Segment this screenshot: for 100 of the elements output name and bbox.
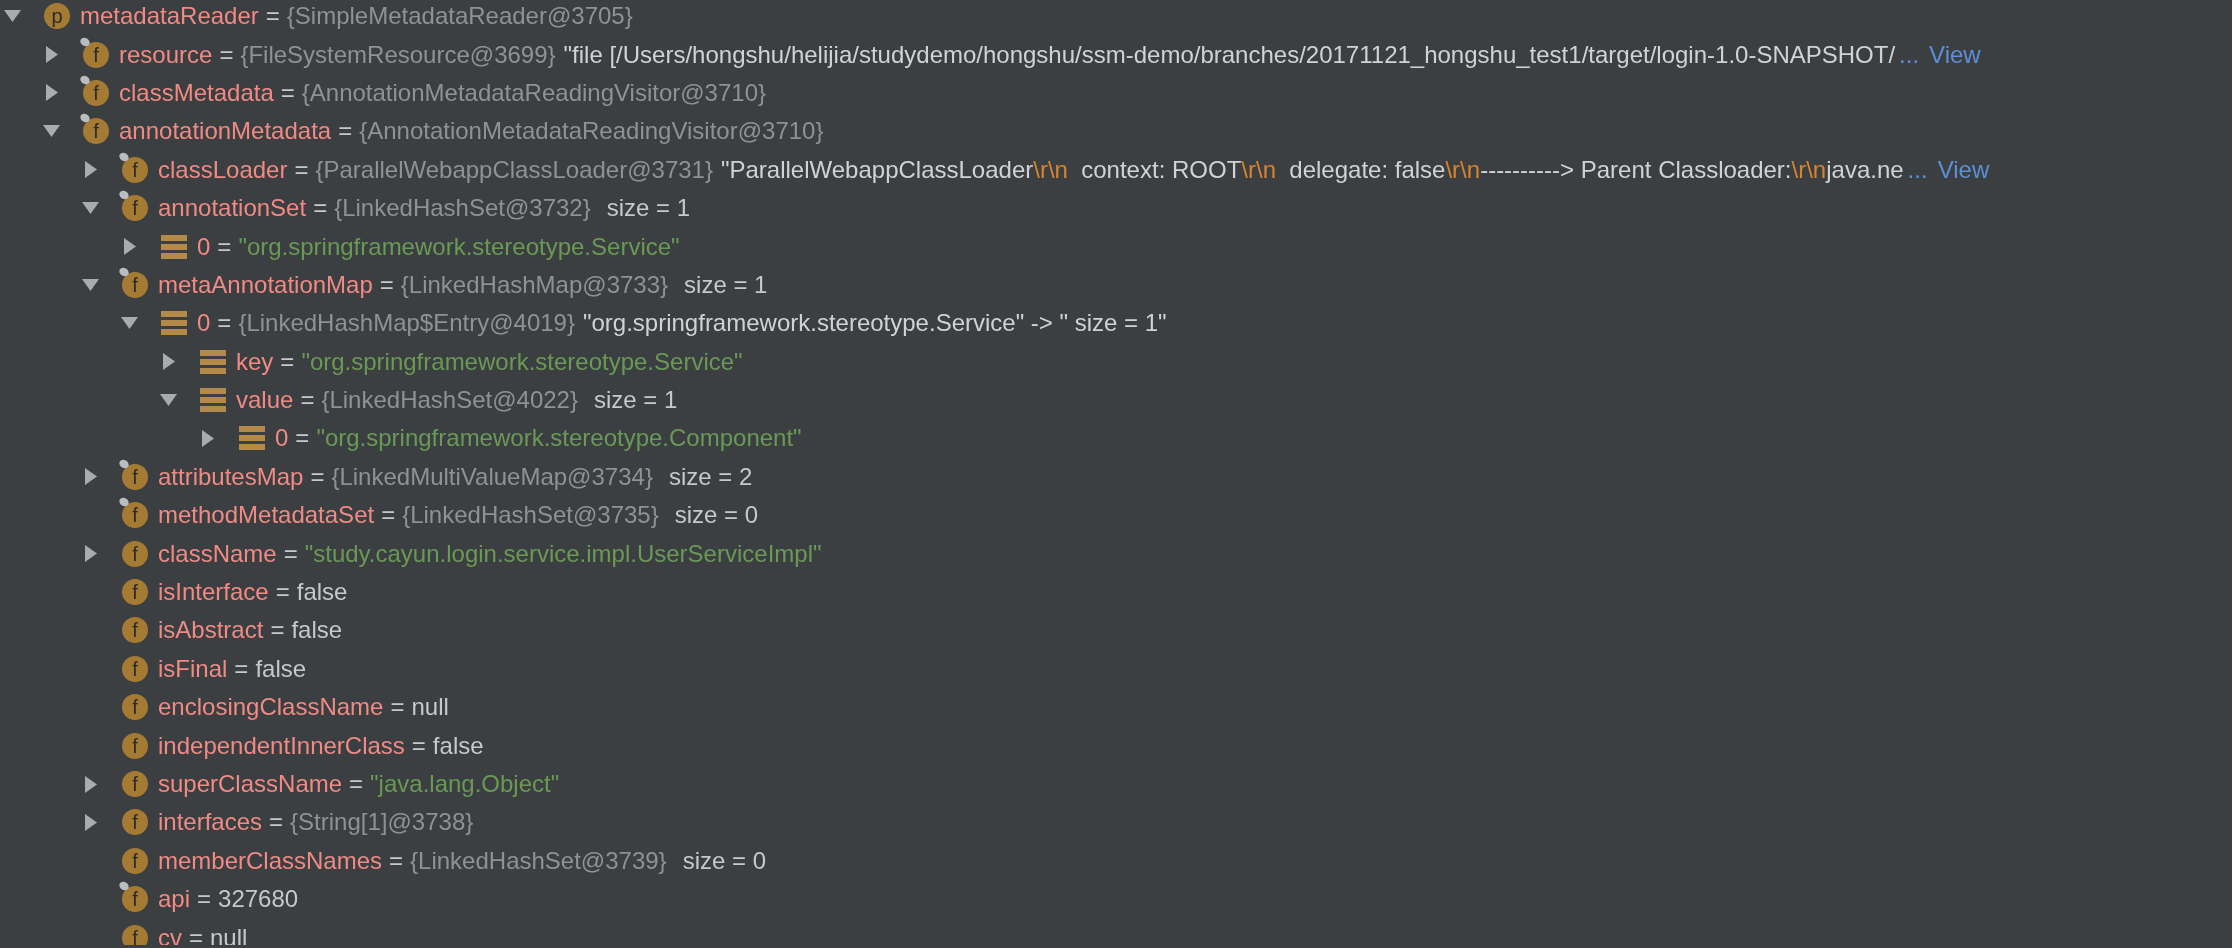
list-entry-icon <box>161 311 187 336</box>
field-type-badge: f <box>122 694 148 721</box>
ellipsis: ... <box>1899 40 1920 69</box>
variable-name: metadataReader <box>80 2 259 31</box>
equals-sign: = <box>389 846 404 875</box>
equals-sign: = <box>275 578 290 607</box>
object-reference: {FileSystemResource@3699} <box>240 40 556 69</box>
variable-value: null <box>210 923 248 945</box>
variable-name: resource <box>119 40 213 69</box>
expand-arrow-icon[interactable] <box>123 238 136 256</box>
view-link[interactable]: View <box>1929 40 1981 69</box>
equals-sign: = <box>411 731 426 760</box>
value-description: "file [/Users/hongshu/helijia/studydemo/hongshu/ssm-demo/branches/20171121_hongshu_test1/target/login-1.0-SNAPSHOT/ <box>563 40 1896 68</box>
field-type-badge: f <box>122 579 148 606</box>
variable-name: memberClassNames <box>158 846 383 875</box>
expand-arrow-icon[interactable] <box>162 353 175 371</box>
collapse-arrow-icon[interactable] <box>82 202 99 215</box>
equals-sign: = <box>270 616 285 645</box>
collapse-arrow-icon[interactable] <box>82 278 99 291</box>
field-type-badge: f <box>122 732 148 759</box>
object-reference: {LinkedHashSet@3732} <box>334 194 591 223</box>
equals-sign: = <box>217 232 232 261</box>
expand-arrow-icon[interactable] <box>84 468 97 486</box>
value-description: java.ne <box>1826 155 1904 183</box>
variable-name: isInterface <box>158 578 269 607</box>
equals-sign: = <box>390 693 405 722</box>
expand-arrow-icon[interactable] <box>201 430 214 447</box>
equals-sign: = <box>300 386 315 415</box>
object-reference: {AnnotationMetadataReadingVisitor@3710} <box>359 117 824 146</box>
value-description: "ParallelWebappClassLoader <box>720 155 1034 183</box>
equals-sign: = <box>234 654 249 683</box>
object-reference: {LinkedHashMap$Entry@4019} <box>238 309 575 338</box>
field-type-badge: f <box>122 809 148 836</box>
variable-name: isFinal <box>158 654 228 683</box>
expand-arrow-icon[interactable] <box>84 813 97 831</box>
variable-name: value <box>236 386 294 415</box>
list-entry-icon <box>200 349 226 374</box>
expand-arrow-icon[interactable] <box>45 84 58 102</box>
field-type-badge: f <box>122 617 148 644</box>
equals-sign: = <box>280 347 295 376</box>
variable-value: "org.springframework.stereotype.Service" <box>238 232 680 261</box>
variable-value: null <box>411 693 449 722</box>
field-type-badge: f <box>122 924 148 945</box>
ellipsis: ... <box>1907 155 1928 184</box>
variable-name: api <box>158 885 191 914</box>
variable-name: methodMetadataSet <box>158 501 375 530</box>
variable-name: classLoader <box>158 155 288 184</box>
variable-name: superClassName <box>158 770 343 798</box>
view-link[interactable]: View <box>1937 155 1990 184</box>
variable-name: 0 <box>275 424 289 453</box>
equals-sign: = <box>338 117 353 146</box>
variable-value: "org.springframework.stereotype.Component" <box>316 424 802 453</box>
collapse-arrow-icon[interactable] <box>160 394 177 407</box>
variable-name: annotationMetadata <box>119 117 332 146</box>
collapse-arrow-icon[interactable] <box>4 10 21 23</box>
variable-value: false <box>432 731 484 760</box>
variable-name: isAbstract <box>158 616 264 645</box>
expand-arrow-icon[interactable] <box>84 161 97 179</box>
variable-value: 327680 <box>218 885 299 914</box>
object-reference: {LinkedMultiValueMap@3734} <box>331 462 653 491</box>
object-reference: {String[1]@3738} <box>290 808 474 837</box>
value-description: "org.springframework.stereotype.Service" -> " size = 1" <box>582 309 1167 337</box>
equals-sign: = <box>197 885 212 914</box>
size-label: size = 1 <box>606 194 691 223</box>
size-label: size = 0 <box>682 846 767 875</box>
variable-value: "org.springframework.stereotype.Service" <box>301 347 743 376</box>
list-entry-icon <box>161 234 187 259</box>
object-reference: {AnnotationMetadataReadingVisitor@3710} <box>301 78 767 107</box>
escape-sequence: \r\n <box>1033 155 1068 183</box>
variable-name: 0 <box>197 232 211 261</box>
equals-sign: = <box>189 923 203 945</box>
variable-name: metaAnnotationMap <box>158 270 373 299</box>
variable-name: className <box>158 539 277 568</box>
expand-arrow-icon[interactable] <box>45 46 58 64</box>
equals-sign: = <box>265 2 280 31</box>
expand-arrow-icon[interactable] <box>84 545 97 563</box>
object-reference: {LinkedHashMap@3733} <box>400 270 669 299</box>
variable-name: key <box>236 347 274 376</box>
equals-sign: = <box>381 501 396 530</box>
collapse-arrow-icon[interactable] <box>43 125 60 138</box>
variable-name: attributesMap <box>158 462 304 491</box>
equals-sign: = <box>283 539 298 568</box>
field-type-badge: f <box>122 655 148 682</box>
list-entry-icon <box>200 388 226 413</box>
collapse-arrow-icon[interactable] <box>121 317 138 330</box>
variable-value: false <box>255 654 307 683</box>
variable-name: independentInnerClass <box>158 731 405 760</box>
variable-name: cv <box>158 923 182 945</box>
object-reference: {LinkedHashSet@4022} <box>321 386 578 415</box>
variable-name: enclosingClassName <box>158 693 384 722</box>
variable-value: false <box>296 578 348 607</box>
equals-sign: = <box>269 808 284 837</box>
object-reference: {SimpleMetadataReader@3705} <box>286 2 633 31</box>
size-label: size = 1 <box>684 270 768 299</box>
list-entry-icon <box>239 426 265 451</box>
equals-sign: = <box>349 770 364 798</box>
equals-sign: = <box>310 462 325 491</box>
variable-name: classMetadata <box>119 78 274 107</box>
equals-sign: = <box>313 194 328 223</box>
expand-arrow-icon[interactable] <box>84 775 97 793</box>
